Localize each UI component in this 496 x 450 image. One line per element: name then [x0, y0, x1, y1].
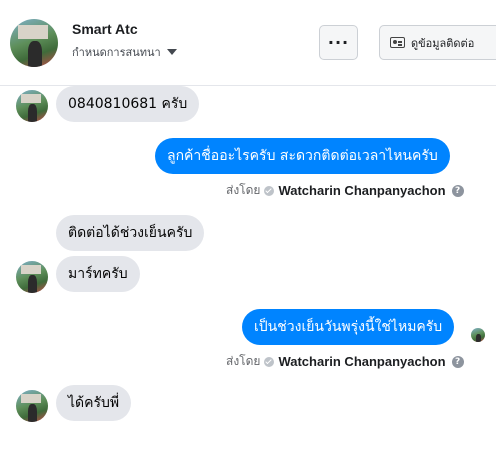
page-avatar[interactable]: [10, 19, 58, 67]
message-bubble[interactable]: มาร์ทครับ: [56, 256, 140, 292]
sender-avatar[interactable]: [16, 90, 48, 122]
sent-by-prefix: ส่งโดย: [226, 183, 261, 197]
chat-header: Smart Atc กำหนดการสนทนา ··· ดูข้อมูลติดต…: [0, 0, 496, 86]
sender-name: Watcharin Chanpanyachon: [278, 183, 446, 198]
check-icon: [264, 356, 275, 367]
seen-avatar: [471, 328, 485, 342]
conversation-settings-dropdown[interactable]: กำหนดการสนทนา: [72, 43, 177, 61]
caret-down-icon: [166, 49, 177, 55]
sender-avatar[interactable]: [16, 390, 48, 422]
help-icon[interactable]: ?: [451, 355, 464, 368]
contact-card-icon: [390, 37, 405, 48]
more-dots-icon: ···: [327, 33, 350, 52]
message-bubble[interactable]: 0840810681 ครับ: [56, 86, 200, 122]
check-icon: [264, 185, 275, 196]
sent-by-info: ส่งโดย Watcharin Chanpanyachon ?: [226, 181, 464, 200]
sent-by-info: ส่งโดย Watcharin Chanpanyachon ?: [226, 352, 464, 371]
view-contact-label: ดูข้อมูลติดต่อ: [411, 36, 475, 50]
sent-by-prefix: ส่งโดย: [226, 354, 261, 368]
subtitle-label: กำหนดการสนทนา: [72, 46, 161, 59]
message-bubble[interactable]: เป็นช่วงเย็นวันพรุ่งนี้ใช่ไหมครับ: [242, 309, 455, 345]
message-bubble[interactable]: ได้ครับพี่: [56, 385, 132, 421]
message-bubble[interactable]: ติดต่อได้ช่วงเย็นครับ: [56, 215, 205, 251]
sender-avatar[interactable]: [16, 261, 48, 293]
help-icon[interactable]: ?: [451, 184, 464, 197]
view-contact-button[interactable]: ดูข้อมูลติดต่อ: [379, 25, 496, 60]
page-title[interactable]: Smart Atc: [72, 21, 138, 37]
message-bubble[interactable]: ลูกค้าชื่ออะไรครับ สะดวกติดต่อเวลาไหนครั…: [155, 138, 450, 174]
more-options-button[interactable]: ···: [319, 25, 358, 60]
sender-name: Watcharin Chanpanyachon: [278, 354, 446, 369]
